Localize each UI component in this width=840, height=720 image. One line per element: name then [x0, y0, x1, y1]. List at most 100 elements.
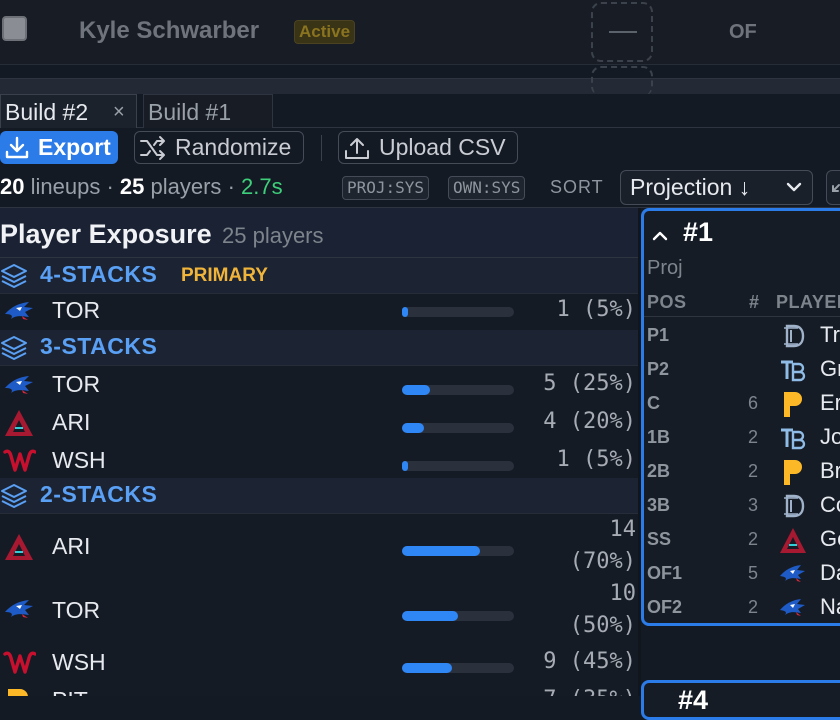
primary-tag: PRIMARY: [181, 265, 268, 286]
lineup-pos: 1B: [647, 427, 671, 447]
exposure-row[interactable]: PIT 7 (35%): [0, 682, 638, 696]
lineup-player[interactable]: Br: [820, 458, 840, 484]
exposure-row[interactable]: TOR 5 (25%): [0, 366, 638, 404]
lineup-card[interactable]: #1 Proj POS # PLAYER P1TrP2GrC6Er1B2Jo2B…: [641, 208, 840, 626]
export-button[interactable]: Export: [0, 131, 118, 164]
exposure-row[interactable]: ARI 4 (20%): [0, 404, 638, 442]
lineup-player[interactable]: Da: [820, 560, 840, 586]
lineup-row[interactable]: P2 Gr: [644, 353, 840, 387]
close-icon[interactable]: ×: [113, 95, 125, 129]
lineup-count-label: lineups: [30, 174, 101, 199]
lineup-player[interactable]: Er: [820, 390, 840, 416]
player-count: 25: [119, 174, 145, 199]
exposure-bar-fill: [402, 461, 408, 471]
collapse-icon[interactable]: [826, 170, 840, 205]
toolbar: Export Randomize Upload CSV: [0, 129, 840, 167]
exposure-row[interactable]: TOR 10 (50%): [0, 580, 638, 646]
randomize-button[interactable]: Randomize: [134, 131, 304, 164]
lineup-row[interactable]: OF2 2 Na: [644, 591, 840, 623]
sort-select[interactable]: Projection ↓: [620, 170, 813, 205]
status-badge: Active: [294, 20, 356, 44]
divider: [0, 64, 840, 65]
toolbar-divider: [321, 135, 322, 161]
shuffle-icon: [140, 135, 165, 160]
lineup-row[interactable]: P1 Tr: [644, 319, 840, 353]
lineup-player[interactable]: Na: [820, 594, 840, 620]
pirates-logo-icon: [8, 689, 28, 696]
exposure-row[interactable]: TOR 1 (5%): [0, 294, 638, 330]
lineup-slot-empty[interactable]: [591, 2, 653, 62]
exposure-bar-fill: [402, 423, 425, 433]
team-logo-icon: [778, 389, 808, 419]
lineup-pos: C: [647, 393, 660, 413]
team-abbr: TOR: [52, 297, 101, 323]
exposure-bar-fill: [402, 385, 430, 395]
upload-csv-button[interactable]: Upload CSV: [338, 131, 518, 164]
lineup-card[interactable]: #4: [641, 680, 840, 720]
player-name: Kyle Schwarber: [79, 17, 260, 44]
lineup-row[interactable]: OF1 5 Da: [644, 557, 840, 591]
exposure-bar: [402, 307, 514, 317]
chevron-up-icon[interactable]: [652, 225, 673, 245]
col-pos: POS: [647, 292, 687, 312]
exposure-header: Player Exposure 25 players: [0, 208, 638, 258]
team-abbr: WSH: [52, 649, 106, 675]
team-abbr: TOR: [52, 371, 101, 397]
lineup-row[interactable]: OF31Co: [644, 625, 840, 626]
exposure-bar-fill: [402, 663, 453, 673]
randomize-label: Randomize: [175, 134, 292, 160]
team-logo-icon: [778, 423, 808, 453]
tab-build-2[interactable]: Build #2 ×: [0, 94, 137, 128]
lineup-num: 2: [748, 461, 759, 481]
exposure-row[interactable]: ARI 14 (70%): [0, 514, 638, 580]
exposure-count: 4 (20%): [543, 409, 636, 434]
stack-group-label: 3-STACKS: [40, 333, 158, 359]
lineup-row[interactable]: 1B 2 Jo: [644, 421, 840, 455]
team-logo-icon: [778, 457, 808, 487]
own-source-chip[interactable]: OWN:SYS: [448, 176, 526, 200]
exposure-subtitle: 25 players: [222, 223, 324, 248]
upload-icon: [345, 137, 369, 159]
proj-source-chip[interactable]: PROJ:SYS: [342, 176, 430, 200]
lineup-card-header[interactable]: #1: [652, 217, 713, 248]
exposure-percent: (50%): [569, 613, 636, 638]
lineup-num: 6: [748, 393, 759, 413]
lineup-row[interactable]: SS 2 Ge: [644, 523, 840, 557]
lineup-row[interactable]: 3B 3 Co: [644, 489, 840, 523]
exposure-percent: (70%): [569, 549, 636, 574]
stack-group-label: 2-STACKS: [40, 481, 158, 507]
lineup-player[interactable]: Tr: [820, 322, 840, 348]
separator: ·: [227, 174, 235, 199]
lineup-slot-empty[interactable]: [591, 66, 653, 96]
nationals-logo-icon: [3, 651, 36, 674]
stack-group-header[interactable]: 3-STACKS: [0, 330, 638, 366]
exposure-row[interactable]: WSH 1 (5%): [0, 442, 638, 480]
player-row[interactable]: Kyle Schwarber Active OF: [0, 0, 840, 64]
lineup-player[interactable]: Jo: [820, 424, 840, 450]
lineup-player[interactable]: Ge: [820, 526, 840, 552]
player-checkbox[interactable]: [2, 16, 27, 41]
stack-group-header[interactable]: 2-STACKS: [0, 478, 638, 514]
lineup-count: 20: [0, 174, 25, 199]
player-exposure-panel: Player Exposure 25 players 4-STACKS PRIM…: [0, 208, 638, 696]
player-count-label: players: [150, 174, 222, 199]
lineup-row[interactable]: C 6 Er: [644, 387, 840, 421]
lineup-player[interactable]: Gr: [820, 356, 840, 382]
diamondbacks-logo-icon: [5, 410, 33, 436]
lineup-row[interactable]: 2B 2 Br: [644, 455, 840, 489]
lineup-pos: P2: [647, 359, 670, 379]
col-player: PLAYER: [776, 292, 840, 312]
tab-build-1[interactable]: Build #1: [143, 94, 273, 128]
lineup-title: #1: [683, 217, 714, 247]
stack-group-header[interactable]: 4-STACKS PRIMARY: [0, 258, 638, 294]
exposure-bar: [402, 663, 514, 673]
team-logo-icon: [778, 321, 808, 351]
divider: [0, 78, 840, 94]
team-logo-icon: [778, 525, 808, 555]
lineup-title: #4: [678, 685, 709, 715]
upload-label: Upload CSV: [379, 134, 506, 160]
lineup-player[interactable]: Co: [820, 492, 840, 518]
lineup-pos: OF2: [647, 597, 683, 617]
build-stats: 20 lineups · 25 players · 2.7s PROJ:SYS …: [0, 168, 840, 208]
exposure-row[interactable]: WSH 9 (45%): [0, 644, 638, 682]
